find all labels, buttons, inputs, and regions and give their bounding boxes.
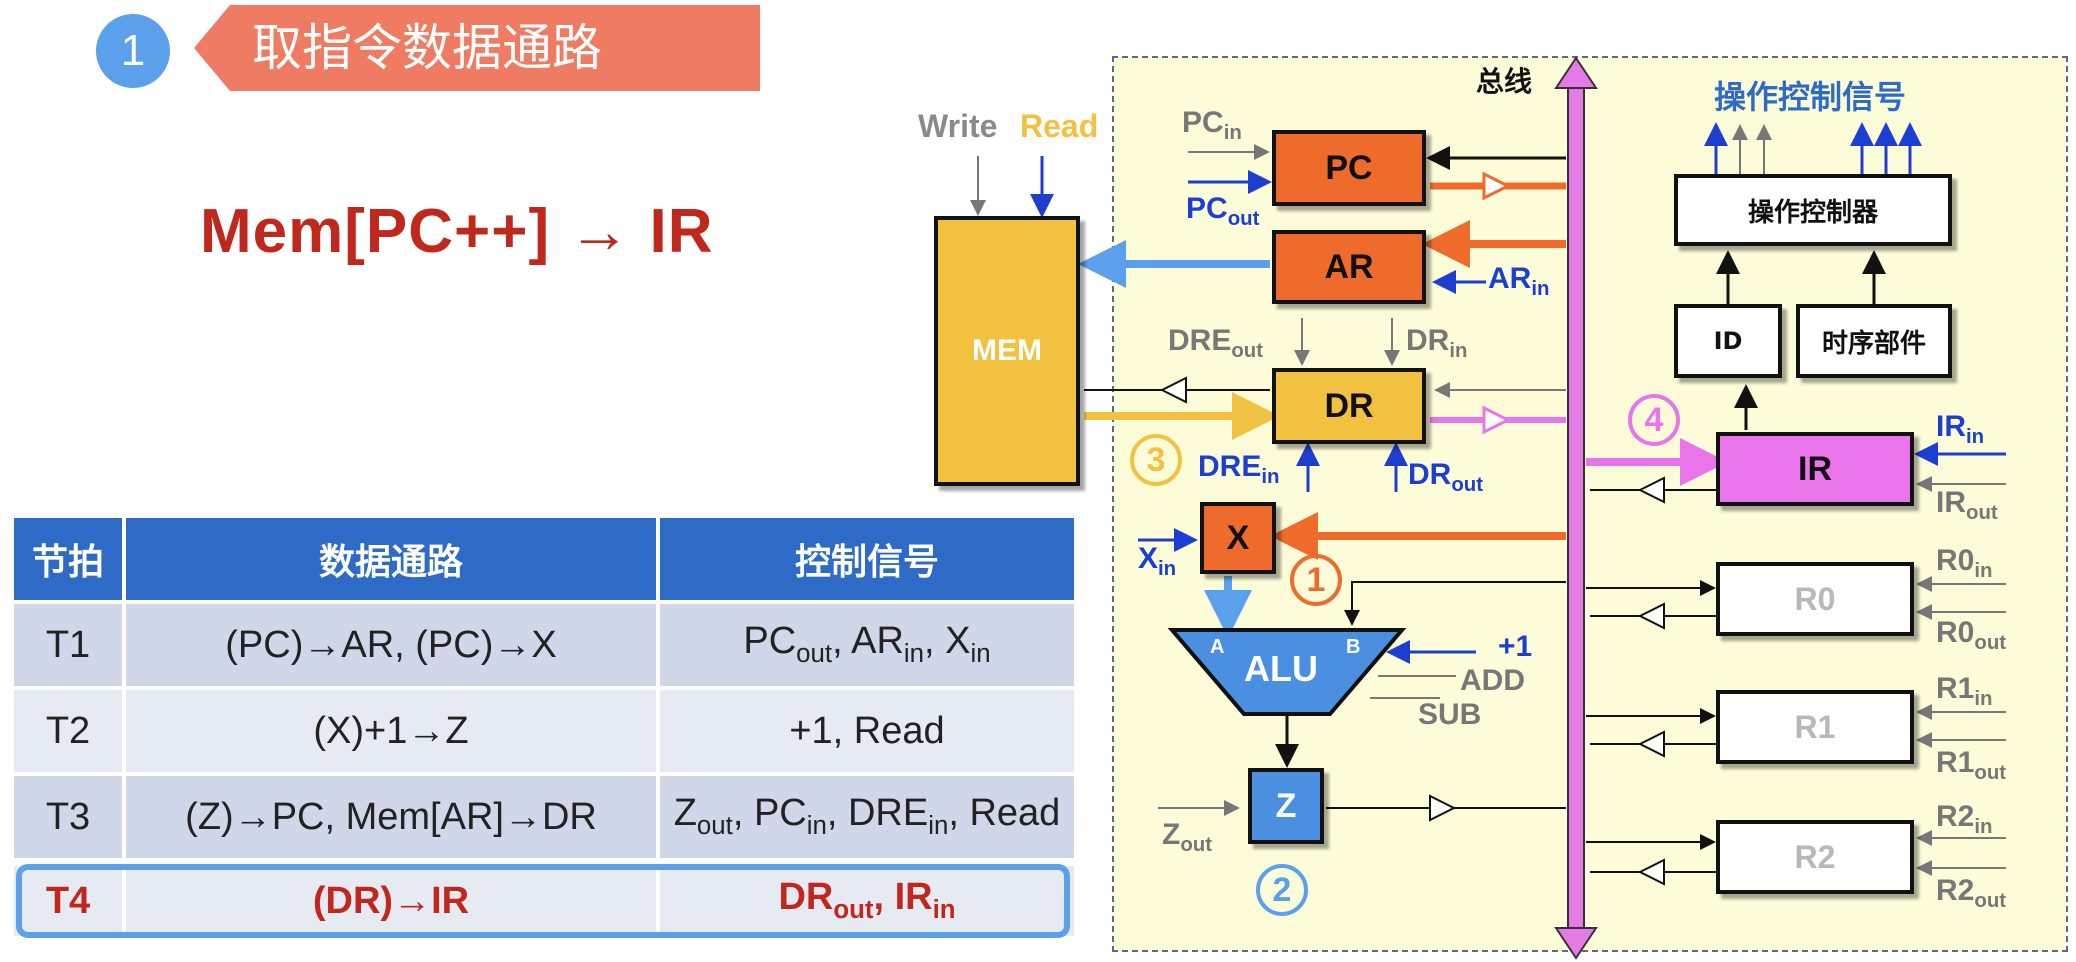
r0-register: R0 — [1716, 562, 1914, 636]
ir-in-signal: IRin — [1936, 410, 1985, 449]
memory-block: MEM — [934, 216, 1080, 486]
alu-label: ALU — [1244, 648, 1318, 689]
z-out-signal: Zout — [1162, 818, 1213, 857]
pc-in-signal: PCin — [1182, 106, 1242, 145]
write-label: Write — [918, 108, 998, 144]
bus-arrow-bottom — [1554, 927, 1598, 960]
control-signals-label: 操作控制信号 — [1714, 78, 1907, 116]
alu-op-add: ADD — [1460, 664, 1525, 697]
dr-out-signal: DRout — [1408, 458, 1484, 497]
bus-line — [1567, 83, 1585, 933]
dr-register: DR — [1272, 368, 1426, 444]
alu-input-a-label: A — [1210, 636, 1225, 658]
ar-register: AR — [1272, 230, 1426, 304]
step-marker-1: 1 — [1290, 554, 1342, 606]
pc-out-signal: PCout — [1186, 192, 1260, 231]
alu-op-plus-one: +1 — [1498, 630, 1533, 663]
ir-register: IR — [1716, 432, 1914, 506]
r0-in-signal: R0in — [1936, 544, 1993, 583]
x-in-signal: Xin — [1138, 542, 1177, 581]
r1-in-signal: R1in — [1936, 672, 1993, 711]
alu-input-b-label: B — [1346, 636, 1361, 658]
controller-block: 操作控制器 — [1674, 174, 1952, 246]
x-register: X — [1200, 502, 1276, 574]
alu-op-sub: SUB — [1418, 698, 1482, 731]
r2-out-signal: R2out — [1936, 874, 2007, 913]
read-label: Read — [1020, 108, 1099, 144]
z-register: Z — [1248, 768, 1324, 844]
dr-in-signal: DRin — [1406, 324, 1468, 363]
r0-out-signal: R0out — [1936, 616, 2007, 655]
r2-in-signal: R2in — [1936, 800, 1993, 839]
r1-out-signal: R1out — [1936, 746, 2007, 785]
id-block: ID — [1674, 304, 1782, 378]
r2-register: R2 — [1716, 820, 1914, 894]
step-marker-4: 4 — [1628, 394, 1680, 446]
dre-out-signal: DREout — [1168, 324, 1264, 363]
ir-out-signal: IRout — [1936, 486, 1998, 525]
bus-label: 总线 — [1476, 65, 1533, 98]
dre-in-signal: DREin — [1198, 450, 1280, 489]
bus-arrow-top — [1554, 56, 1598, 89]
step-marker-2: 2 — [1256, 864, 1308, 916]
pc-register: PC — [1272, 130, 1426, 206]
timing-block: 时序部件 — [1796, 304, 1952, 378]
r1-register: R1 — [1716, 690, 1914, 764]
ar-in-signal: ARin — [1488, 262, 1550, 301]
step-marker-3: 3 — [1130, 434, 1182, 486]
